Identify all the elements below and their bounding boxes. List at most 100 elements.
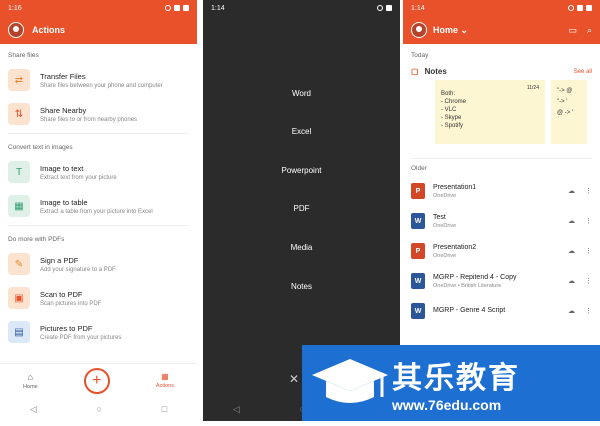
word-icon: W bbox=[411, 273, 425, 289]
notes-card[interactable]: ▢ Notes See all 11/24 Both: - Chrome - VL… bbox=[411, 63, 592, 144]
home-circle-icon[interactable]: ○ bbox=[97, 404, 102, 414]
more-options-icon[interactable]: ⋮ bbox=[585, 277, 592, 285]
action-item[interactable]: ▦ Image to table Extract a table from your… bbox=[0, 189, 197, 223]
image-table-icon: ▦ bbox=[8, 195, 30, 217]
action-title: Image to table bbox=[40, 197, 88, 207]
menu-item-media[interactable]: Media bbox=[203, 243, 400, 252]
nav-home[interactable]: ⌂ Home bbox=[23, 372, 38, 390]
action-item[interactable]: ▤ Pictures to PDF Create PDF from your pic… bbox=[0, 315, 197, 349]
bottom-nav: ⌂ Home + ▦ Actions bbox=[0, 363, 197, 397]
page-title: Actions bbox=[32, 25, 66, 35]
status-bar: 1:14 bbox=[203, 0, 400, 16]
menu-item-notes[interactable]: Notes bbox=[203, 282, 400, 291]
avatar[interactable] bbox=[411, 22, 427, 38]
action-item[interactable]: ✎ Sign a PDF Add your signature to a PDF bbox=[0, 247, 197, 281]
transfer-icon: ⇄ bbox=[8, 69, 30, 91]
search-icon[interactable]: ⌕ bbox=[587, 25, 592, 36]
action-subtitle: Extract text from your picture bbox=[40, 174, 117, 181]
home-dropdown[interactable]: Home ⌄ bbox=[433, 25, 468, 36]
status-bar: 1:14 bbox=[403, 0, 600, 16]
file-row[interactable]: P Presentation1 OneDrive ☁ ⋮ bbox=[403, 176, 600, 206]
home-icon: ⌂ bbox=[27, 371, 34, 382]
powerpoint-icon: P bbox=[411, 183, 425, 199]
action-item[interactable]: ⇄ Transfer Files Share files between your … bbox=[0, 63, 197, 97]
menu-item-powerpoint[interactable]: Powerpoint bbox=[203, 166, 400, 175]
screen-actions: 1:16 Actions Share files ⇄ Transfer Files S… bbox=[0, 0, 197, 421]
status-time: 1:14 bbox=[211, 4, 225, 12]
note-card[interactable]: 11/24 Both: - Chrome - VLC - Skype - Spo… bbox=[435, 80, 545, 144]
action-subtitle: Create PDF from your pictures bbox=[40, 334, 122, 341]
more-options-icon[interactable]: ⋮ bbox=[585, 217, 592, 225]
file-name: Test bbox=[433, 213, 446, 221]
file-row[interactable]: W Test OneDrive ☁ ⋮ bbox=[403, 206, 600, 236]
action-title: Scan to PDF bbox=[40, 289, 83, 299]
section-label: Convert text in images bbox=[8, 144, 73, 151]
watermark-url: www.76edu.com bbox=[392, 397, 502, 413]
word-icon: W bbox=[411, 303, 425, 319]
section-today: Today bbox=[411, 52, 429, 59]
file-name: MGRP - Genre 4 Script bbox=[433, 306, 506, 314]
create-button[interactable]: + bbox=[83, 367, 110, 394]
action-subtitle: Scan pictures into PDF bbox=[40, 300, 102, 307]
alarm-icon bbox=[165, 5, 171, 11]
grid-icon: ▦ bbox=[161, 372, 169, 381]
action-item[interactable]: T Image to text Extract text from your pic… bbox=[0, 155, 197, 189]
more-options-icon[interactable]: ⋮ bbox=[585, 247, 592, 255]
share-nearby-icon: ⇅ bbox=[8, 103, 30, 125]
note-card[interactable]: "-> @ "-> ' @ -> ' bbox=[551, 80, 587, 144]
more-options-icon[interactable]: ⋮ bbox=[585, 307, 592, 315]
action-title: Pictures to PDF bbox=[40, 323, 93, 333]
action-subtitle: Share files to or from nearby phones bbox=[40, 116, 138, 123]
file-row[interactable]: W MGRP - Genre 4 Script ☁ ⋮ bbox=[403, 296, 600, 326]
back-icon[interactable]: ◁ bbox=[233, 404, 240, 415]
menu-item-pdf[interactable]: PDF bbox=[203, 204, 400, 213]
battery-icon bbox=[183, 5, 189, 11]
pictures-pdf-icon: ▤ bbox=[8, 321, 30, 343]
image-text-icon: T bbox=[8, 161, 30, 183]
action-subtitle: Share files between your phone and compu… bbox=[40, 82, 163, 89]
recents-icon[interactable]: □ bbox=[162, 404, 167, 414]
action-title: Sign a PDF bbox=[40, 255, 79, 265]
watermark-text: 其乐教育 bbox=[392, 362, 520, 395]
file-row[interactable]: W MGRP - Repitend 4 - Copy OneDrive • Brit… bbox=[403, 266, 600, 296]
avatar[interactable] bbox=[8, 22, 24, 38]
cloud-icon: ☁ bbox=[568, 308, 575, 315]
graduation-cap-icon bbox=[302, 345, 392, 421]
file-name: Presentation2 bbox=[433, 243, 477, 251]
action-subtitle: Extract a table from your picture into E… bbox=[40, 208, 153, 215]
folder-icon[interactable]: ▭ bbox=[568, 25, 577, 36]
sign-pdf-icon: ✎ bbox=[8, 253, 30, 275]
menu-item-word[interactable]: Word bbox=[203, 89, 400, 98]
cloud-icon: ☁ bbox=[568, 218, 575, 225]
menu-item-excel[interactable]: Excel bbox=[203, 127, 400, 136]
alarm-icon bbox=[568, 5, 574, 11]
see-all-link[interactable]: See all bbox=[574, 69, 592, 75]
file-location: OneDrive • British Literature bbox=[433, 282, 502, 289]
action-title: Share Nearby bbox=[40, 105, 87, 115]
app-bar: Actions bbox=[0, 16, 197, 44]
cloud-icon: ☁ bbox=[568, 188, 575, 195]
section-older: Older bbox=[411, 165, 427, 172]
close-icon[interactable]: ✕ bbox=[289, 372, 299, 386]
file-location: OneDrive bbox=[433, 222, 457, 229]
file-name: MGRP - Repitend 4 - Copy bbox=[433, 273, 517, 281]
nav-actions[interactable]: ▦ Actions bbox=[156, 372, 174, 389]
app-bar: Home ⌄ ▭ ⌕ bbox=[403, 16, 600, 44]
file-row[interactable]: P Presentation2 OneDrive ☁ ⋮ bbox=[403, 236, 600, 266]
cloud-icon: ☁ bbox=[568, 248, 575, 255]
system-nav: ◁ ○ □ bbox=[0, 397, 197, 421]
action-item[interactable]: ⇅ Share Nearby Share files to or from near… bbox=[0, 97, 197, 131]
file-location: OneDrive bbox=[433, 252, 457, 259]
alarm-icon bbox=[377, 5, 383, 11]
more-options-icon[interactable]: ⋮ bbox=[585, 187, 592, 195]
wifi-icon bbox=[174, 5, 180, 11]
powerpoint-icon: P bbox=[411, 243, 425, 259]
file-name: Presentation1 bbox=[433, 183, 477, 191]
status-bar: 1:16 bbox=[0, 0, 197, 16]
status-time: 1:14 bbox=[411, 4, 425, 12]
cloud-icon: ☁ bbox=[568, 278, 575, 285]
battery-icon bbox=[586, 5, 592, 11]
back-icon[interactable]: ◁ bbox=[30, 404, 37, 415]
action-item[interactable]: ▣ Scan to PDF Scan pictures into PDF bbox=[0, 281, 197, 315]
wifi-icon bbox=[577, 5, 583, 11]
